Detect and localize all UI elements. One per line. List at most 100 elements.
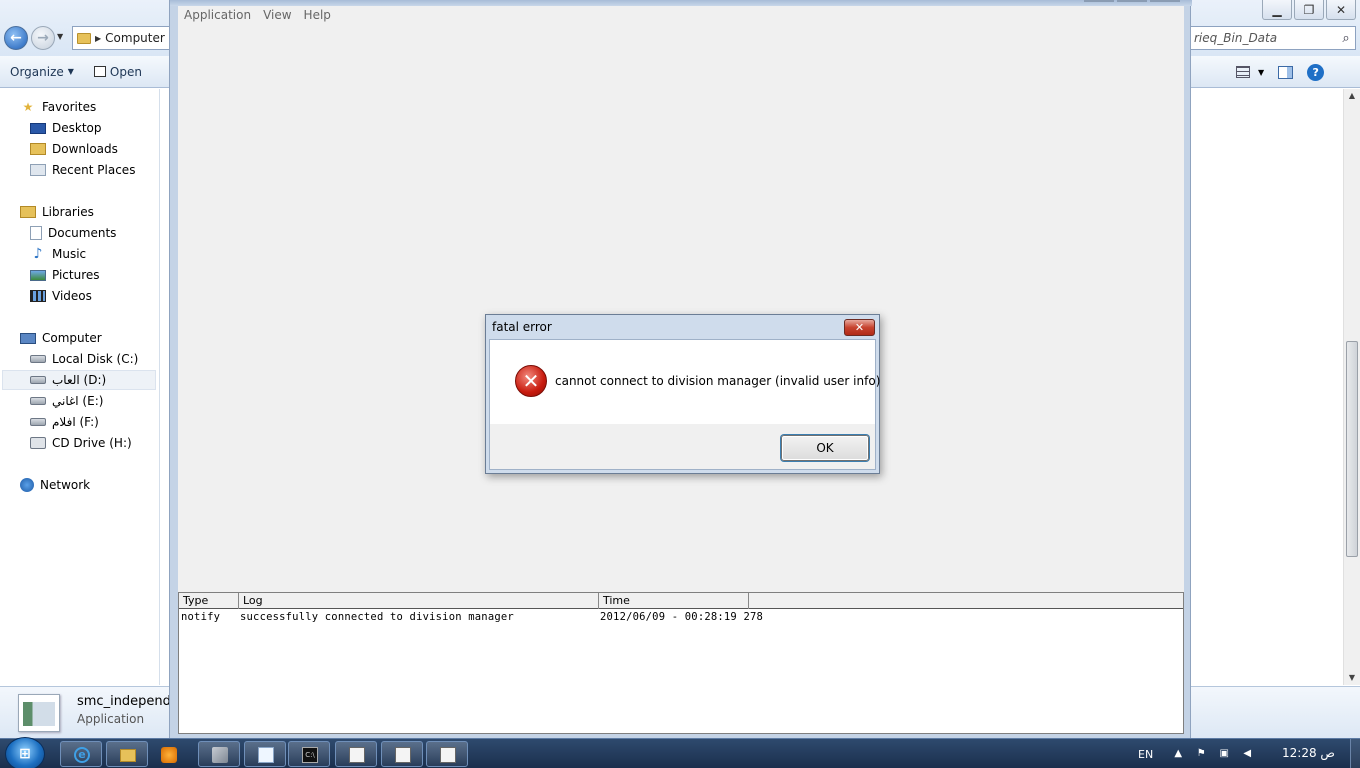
address-bar[interactable]: ▶ Computer <box>72 26 172 50</box>
log-row-time: 2012/06/09 - 00:28:19 278 <box>600 611 764 623</box>
nav-documents[interactable]: Documents <box>30 223 116 243</box>
forward-button[interactable]: → <box>31 26 55 50</box>
menu-view[interactable]: View <box>257 8 297 22</box>
arrow-left-icon: ← <box>10 30 22 46</box>
nav-desktop-label: Desktop <box>52 121 102 135</box>
nav-downloads[interactable]: Downloads <box>30 139 118 159</box>
taskbar-notepad[interactable] <box>244 741 286 767</box>
drive-icon <box>30 376 46 384</box>
taskbar: ⊞ e C:\ EN ▲ ⚑ ▣ ◀ 12:28 ص <box>0 737 1360 768</box>
taskbar-command-prompt[interactable]: C:\ <box>288 741 330 767</box>
nav-drive-d[interactable]: العاب (D:) <box>2 370 156 390</box>
nav-local-disk-c[interactable]: Local Disk (C:) <box>30 349 138 369</box>
dialog-close-button[interactable]: ✕ <box>844 319 875 336</box>
close-button[interactable]: ✕ <box>1326 0 1356 20</box>
nav-recent-label: Recent Places <box>52 163 136 177</box>
taskbar-media-player[interactable] <box>152 741 184 767</box>
restore-button[interactable]: ❐ <box>1294 0 1324 20</box>
ok-button[interactable]: OK <box>781 435 869 461</box>
app-menu-bar: Application View Help <box>178 6 1184 24</box>
search-input[interactable]: rieq_Bin_Data <box>1194 31 1337 45</box>
nav-network[interactable]: Network <box>20 475 90 495</box>
search-box[interactable]: rieq_Bin_Data ⌕ <box>1190 26 1356 50</box>
action-center-flag-icon[interactable]: ⚑ <box>1195 748 1207 760</box>
column-header-type[interactable]: Type <box>179 593 239 609</box>
search-icon[interactable]: ⌕ <box>1337 31 1355 46</box>
scrollbar-thumb[interactable] <box>1346 341 1358 557</box>
application-icon <box>395 747 411 763</box>
dialog-body: ✕ cannot connect to division manager (in… <box>489 339 880 470</box>
recent-places-icon <box>30 164 46 176</box>
hard-drive-icon <box>30 355 46 363</box>
back-button[interactable]: ← <box>4 26 28 50</box>
show-hidden-icons-icon[interactable]: ▲ <box>1172 748 1184 760</box>
nav-drive-e[interactable]: اغاني (E:) <box>30 391 103 411</box>
music-icon: ♪ <box>33 246 43 262</box>
taskbar-tool-app[interactable] <box>198 741 240 767</box>
nav-desktop[interactable]: Desktop <box>30 118 102 138</box>
network-status-icon[interactable]: ▣ <box>1218 748 1230 760</box>
breadcrumb-computer[interactable]: Computer <box>105 31 165 45</box>
nav-drive-f-label: افلام (F:) <box>52 415 99 429</box>
language-indicator[interactable]: EN <box>1138 748 1153 761</box>
taskbar-windows-explorer[interactable] <box>106 741 148 767</box>
nav-videos-label: Videos <box>52 289 92 303</box>
chevron-down-icon: ▼ <box>67 67 74 76</box>
fatal-error-dialog: fatal error ✕ ✕ cannot connect to divisi… <box>485 314 880 474</box>
scroll-up-arrow-icon[interactable]: ▲ <box>1344 89 1360 103</box>
app-close-button[interactable] <box>1150 0 1180 2</box>
command-prompt-icon: C:\ <box>302 747 318 763</box>
help-icon[interactable]: ? <box>1307 63 1325 81</box>
change-view-button[interactable]: ▼ <box>1236 66 1264 78</box>
show-desktop-button[interactable] <box>1350 739 1360 768</box>
menu-application[interactable]: Application <box>178 8 257 22</box>
taskbar-internet-explorer[interactable]: e <box>60 741 102 767</box>
start-button[interactable]: ⊞ <box>5 737 45 768</box>
nav-drive-f[interactable]: افلام (F:) <box>30 412 99 432</box>
taskbar-app-window-1[interactable] <box>335 741 377 767</box>
nav-computer[interactable]: Computer <box>20 328 102 348</box>
menu-help[interactable]: Help <box>298 8 337 22</box>
drive-icon <box>30 397 46 405</box>
taskbar-app-window-2[interactable] <box>381 741 423 767</box>
nav-drive-e-label: اغاني (E:) <box>52 394 104 408</box>
organize-button[interactable]: Organize ▼ <box>0 65 84 79</box>
minimize-button[interactable]: ▁ <box>1262 0 1292 20</box>
explorer-window-controls: ▁ ❐ ✕ <box>1262 0 1356 20</box>
nav-recent-places[interactable]: Recent Places <box>30 160 135 180</box>
nav-favorites-label: Favorites <box>42 100 97 114</box>
taskbar-app-window-3[interactable] <box>426 741 468 767</box>
dialog-message: cannot connect to division manager (inva… <box>555 374 881 388</box>
column-header-time[interactable]: Time <box>599 593 749 609</box>
open-button[interactable]: Open <box>84 65 152 79</box>
breadcrumb-arrow-icon[interactable]: ▶ <box>95 34 101 43</box>
application-icon <box>440 747 456 763</box>
nav-videos[interactable]: Videos <box>30 286 92 306</box>
nav-music[interactable]: ♪ Music <box>30 244 87 264</box>
nav-computer-label: Computer <box>42 331 102 345</box>
dialog-message-area: ✕ cannot connect to division manager (in… <box>490 340 880 424</box>
log-row-message: successfully connected to division manag… <box>240 611 514 623</box>
toolbar-right-group: ▼ ? <box>1236 56 1325 88</box>
taskbar-clock[interactable]: 12:28 ص <box>1282 746 1335 760</box>
app-minimize-button[interactable] <box>1084 0 1114 2</box>
nav-libraries[interactable]: Libraries <box>20 202 94 222</box>
nav-favorites[interactable]: ★ Favorites <box>20 97 97 117</box>
pictures-icon <box>30 269 46 281</box>
log-list[interactable]: Type Log Time notify successfully connec… <box>178 592 1184 734</box>
nav-pictures[interactable]: Pictures <box>30 265 100 285</box>
nav-downloads-label: Downloads <box>52 142 118 156</box>
recent-pages-dropdown[interactable]: ▼ <box>57 32 67 44</box>
nav-cd-drive-h[interactable]: CD Drive (H:) <box>30 433 132 453</box>
chevron-down-icon: ▼ <box>1258 67 1265 77</box>
preview-pane-icon[interactable] <box>1278 65 1294 79</box>
scroll-down-arrow-icon[interactable]: ▼ <box>1344 671 1360 685</box>
app-maximize-button[interactable] <box>1117 0 1147 2</box>
column-header-log[interactable]: Log <box>239 593 599 609</box>
open-label: Open <box>109 64 142 79</box>
nav-drive-d-label: العاب (D:) <box>52 373 107 387</box>
star-icon: ★ <box>22 100 34 114</box>
notepad-icon <box>258 747 274 763</box>
volume-icon[interactable]: ◀ <box>1241 748 1253 760</box>
explorer-vertical-scrollbar[interactable]: ▲ ▼ <box>1343 89 1360 685</box>
